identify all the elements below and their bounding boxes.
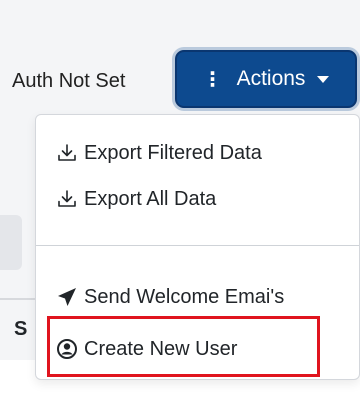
menu-item-label: Send Welcome Emai's (84, 285, 285, 308)
auth-status-label: Auth Not Set (12, 70, 126, 92)
menu-divider (36, 245, 359, 246)
menu-item-label: Export Filtered Data (84, 141, 262, 164)
paper-plane-icon (56, 286, 78, 308)
download-icon (56, 142, 78, 164)
kebab-icon: ⋮ (202, 68, 223, 91)
background-input-fragment (0, 215, 22, 270)
table-header-line (0, 298, 40, 300)
menu-item-label: Export All Data (84, 187, 217, 210)
table-column-header-fragment: S (14, 318, 28, 340)
actions-button-label: Actions (236, 67, 306, 90)
actions-dropdown-button[interactable]: ⋮ Actions (175, 50, 357, 108)
menu-item-export-filtered-data[interactable]: Export Filtered Data (56, 135, 262, 171)
download-icon (56, 188, 78, 210)
caret-down-icon (317, 75, 330, 83)
menu-item-send-welcome-email[interactable]: Send Welcome Emai's (56, 279, 284, 315)
highlight-annotation-box (47, 316, 320, 377)
menu-item-export-all-data[interactable]: Export All Data (56, 181, 216, 217)
